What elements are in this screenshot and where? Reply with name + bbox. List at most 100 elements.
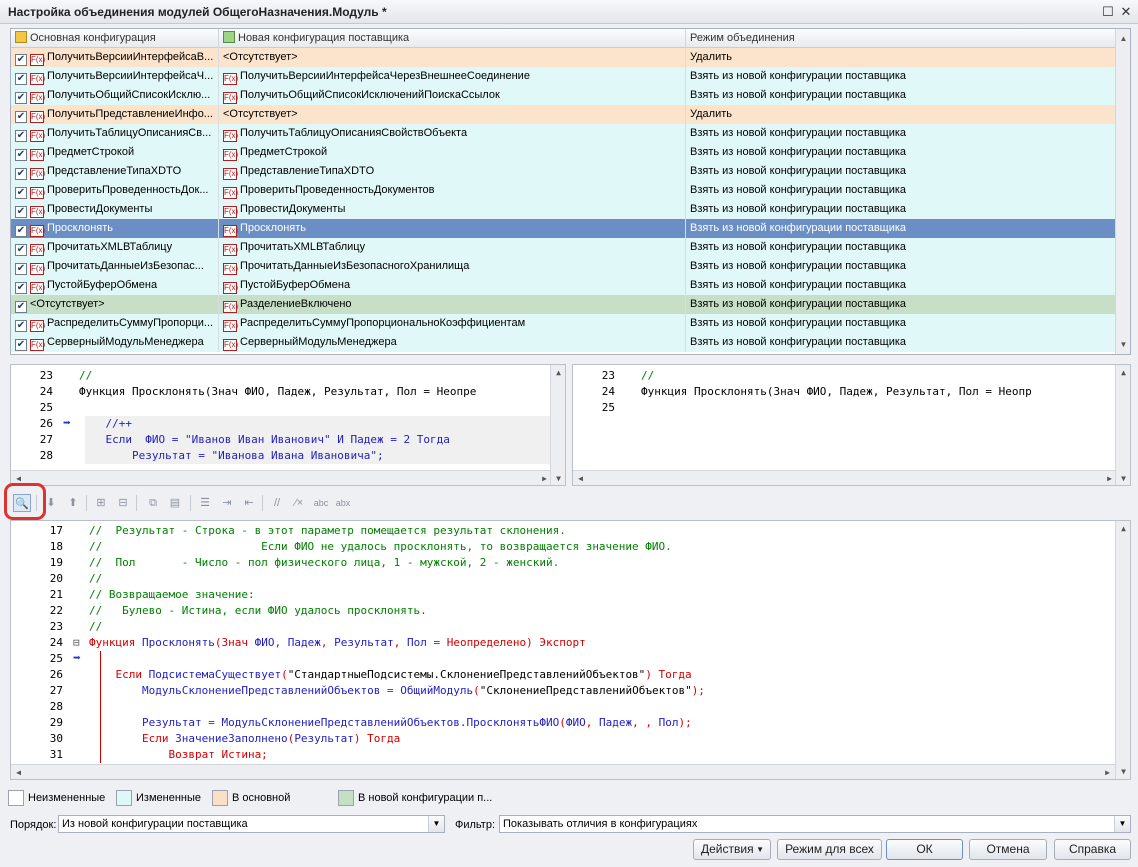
maximize-button[interactable]: ☐ (1100, 4, 1116, 20)
cell-merge-mode[interactable]: Взять из новой конфигурации поставщика (686, 67, 1116, 86)
cell-merge-mode[interactable]: Взять из новой конфигурации поставщика (686, 162, 1116, 181)
vendor-config-code-pane[interactable]: 23 // 24 Функция Просклонять(Знач ФИО, Паде… (572, 364, 1131, 486)
vendor-pane-hscrollbar[interactable]: ◀ ▶ (573, 470, 1117, 485)
table-row[interactable]: ✔ F(x) ПроверитьПроведенностьДок... F(x) Про… (11, 181, 1116, 200)
cell-merge-mode[interactable]: Удалить (686, 48, 1116, 67)
align-lines-icon[interactable]: ☰ (196, 494, 214, 512)
row-checkbox[interactable]: ✔ (15, 320, 27, 332)
cell-main-config: ✔ <Отсутствует> (11, 295, 219, 314)
scroll-up-icon[interactable]: ▲ (1116, 31, 1130, 46)
cell-merge-mode[interactable]: Взять из новой конфигурации поставщика (686, 143, 1116, 162)
table-row[interactable]: ✔ F(x) Просклонять F(x) Просклонять Взять из … (11, 219, 1116, 238)
cell-merge-mode[interactable]: Взять из новой конфигурации поставщика (686, 200, 1116, 219)
row-checkbox[interactable]: ✔ (15, 168, 27, 180)
scroll-down-icon[interactable]: ▼ (1116, 764, 1130, 779)
scroll-left-icon[interactable]: ◀ (11, 765, 26, 779)
actions-button[interactable]: Действия ▼ (693, 839, 771, 860)
cell-merge-mode[interactable]: Взять из новой конфигурации поставщика (686, 238, 1116, 257)
mode-for-all-button[interactable]: Режим для всех (777, 839, 882, 860)
cell-merge-mode[interactable]: Удалить (686, 105, 1116, 124)
cell-merge-mode[interactable]: Взять из новой конфигурации поставщика (686, 333, 1116, 352)
row-checkbox[interactable]: ✔ (15, 73, 27, 85)
column-header-mode[interactable]: Режим объединения (686, 29, 1116, 48)
cell-vendor-config: F(x) ПровестиДокументы (219, 200, 686, 219)
cell-merge-mode[interactable]: Взять из новой конфигурации поставщика (686, 86, 1116, 105)
uncomment-icon[interactable]: ⁄× (290, 494, 308, 512)
paste-icon[interactable]: ▤ (166, 494, 184, 512)
help-button[interactable]: Справка (1054, 839, 1131, 860)
chevron-down-icon[interactable]: ▼ (428, 816, 444, 832)
spellcheck-clear-icon[interactable]: abx (334, 494, 352, 512)
ok-button[interactable]: ОК (886, 839, 963, 860)
outdent-icon[interactable]: ⇤ (240, 494, 258, 512)
fold-toggle-icon[interactable]: ⊟ (73, 636, 80, 649)
chevron-down-icon[interactable]: ▼ (1114, 816, 1130, 832)
spellcheck-icon[interactable]: abc (312, 494, 330, 512)
scroll-right-icon[interactable]: ▶ (1100, 765, 1115, 779)
cell-merge-mode[interactable]: Взять из новой конфигурации поставщика (686, 295, 1116, 314)
cell-merge-mode[interactable]: Взять из новой конфигурации поставщика (686, 257, 1116, 276)
cell-merge-mode[interactable]: Взять из новой конфигурации поставщика (686, 276, 1116, 295)
column-header-main[interactable]: Основная конфигурация (11, 29, 219, 48)
row-checkbox[interactable]: ✔ (15, 301, 27, 313)
order-select[interactable]: Из новой конфигурации поставщика ▼ (58, 815, 445, 833)
code-vscrollbar[interactable]: ▲ ▼ (1115, 521, 1130, 779)
table-row[interactable]: ✔ F(x) ПустойБуферОбмена F(x) ПустойБуферОбм… (11, 276, 1116, 295)
cell-vendor-config: F(x) РаспределитьСуммуПропорциональноКоэф… (219, 314, 686, 333)
merge-result-code-editor[interactable]: 17 // Результат - Строка - в этот парамет… (10, 520, 1131, 780)
table-row[interactable]: ✔ <Отсутствует> F(x) РазделениеВключено Взят… (11, 295, 1116, 314)
scroll-down-icon[interactable]: ▼ (1116, 471, 1130, 485)
row-checkbox[interactable]: ✔ (15, 282, 27, 294)
previous-difference-icon[interactable]: ⬆ (64, 494, 82, 512)
row-checkbox[interactable]: ✔ (15, 149, 27, 161)
row-checkbox[interactable]: ✔ (15, 263, 27, 275)
cell-merge-mode[interactable]: Взять из новой конфигурации поставщика (686, 219, 1116, 238)
table-row[interactable]: ✔ F(x) ПрочитатьДанныеИзБезопас... F(x) Проч… (11, 257, 1116, 276)
tree-collapse-icon[interactable]: ⊟ (114, 494, 132, 512)
cancel-button[interactable]: Отмена (969, 839, 1047, 860)
cell-merge-mode[interactable]: Взять из новой конфигурации поставщика (686, 124, 1116, 143)
table-row[interactable]: ✔ F(x) ПредставлениеТипаXDTO F(x) Представле… (11, 162, 1116, 181)
comment-icon[interactable]: // (268, 494, 286, 512)
table-row[interactable]: ✔ F(x) ПолучитьВерсииИнтерфейсаЧ... F(x) Пол… (11, 67, 1116, 86)
close-button[interactable]: ✕ (1118, 4, 1134, 20)
cell-merge-mode[interactable]: Взять из новой конфигурации поставщика (686, 181, 1116, 200)
cell-merge-mode[interactable]: Взять из новой конфигурации поставщика (686, 314, 1116, 333)
scroll-left-icon[interactable]: ◀ (573, 471, 588, 485)
table-row[interactable]: ✔ F(x) РаспределитьСуммуПропорци... F(x) Рас… (11, 314, 1116, 333)
row-checkbox[interactable]: ✔ (15, 187, 27, 199)
row-checkbox[interactable]: ✔ (15, 225, 27, 237)
row-checkbox[interactable]: ✔ (15, 111, 27, 123)
scroll-down-icon[interactable]: ▼ (551, 471, 565, 485)
scroll-down-icon[interactable]: ▼ (1116, 337, 1130, 352)
indent-icon[interactable]: ⇥ (218, 494, 236, 512)
scroll-up-icon[interactable]: ▲ (551, 365, 565, 380)
scroll-up-icon[interactable]: ▲ (1116, 521, 1130, 536)
table-row[interactable]: ✔ F(x) ПредметСтрокой F(x) ПредметСтрокой Взя… (11, 143, 1116, 162)
row-checkbox[interactable]: ✔ (15, 54, 27, 66)
filter-select[interactable]: Показывать отличия в конфигурациях ▼ (499, 815, 1131, 833)
vendor-pane-vscrollbar[interactable]: ▲ ▼ (1115, 365, 1130, 485)
table-row[interactable]: ✔ F(x) ПолучитьТаблицуОписанияСв... F(x) Пол… (11, 124, 1116, 143)
copy-icon[interactable]: ⧉ (144, 494, 162, 512)
code-hscrollbar[interactable]: ◀ ▶ (11, 764, 1115, 779)
column-header-new[interactable]: Новая конфигурация поставщика (219, 29, 686, 48)
row-checkbox[interactable]: ✔ (15, 244, 27, 256)
scroll-up-icon[interactable]: ▲ (1116, 365, 1130, 380)
main-config-name: ПолучитьВерсииИнтерфейсаВ... (47, 51, 214, 63)
table-row[interactable]: ✔ F(x) ПровестиДокументы F(x) ПровестиДокуме… (11, 200, 1116, 219)
table-row[interactable]: ✔ F(x) ПолучитьВерсииИнтерфейсаВ... <Отсутс… (11, 48, 1116, 67)
table-row[interactable]: ✔ F(x) ПолучитьОбщийСписокИсклю... F(x) Полу… (11, 86, 1116, 105)
row-checkbox[interactable]: ✔ (15, 206, 27, 218)
row-checkbox[interactable]: ✔ (15, 339, 27, 351)
table-row[interactable]: ✔ F(x) СерверныйМодульМенеджера F(x) Серверн… (11, 333, 1116, 352)
main-pane-hscrollbar[interactable]: ◀ ▶ (11, 470, 552, 485)
row-checkbox[interactable]: ✔ (15, 92, 27, 104)
table-row[interactable]: ✔ F(x) ПолучитьПредставлениеИнфо... <Отсутс… (11, 105, 1116, 124)
table-scrollbar[interactable]: ▲ ▼ (1115, 29, 1130, 354)
tree-expand-icon[interactable]: ⊞ (92, 494, 110, 512)
main-pane-vscrollbar[interactable]: ▲ ▼ (550, 365, 565, 485)
table-row[interactable]: ✔ F(x) ПрочитатьXMLВТаблицу F(x) ПрочитатьXM… (11, 238, 1116, 257)
main-config-code-pane[interactable]: 23 // 24 Функция Просклонять(Знач ФИО, Паде… (10, 364, 566, 486)
row-checkbox[interactable]: ✔ (15, 130, 27, 142)
